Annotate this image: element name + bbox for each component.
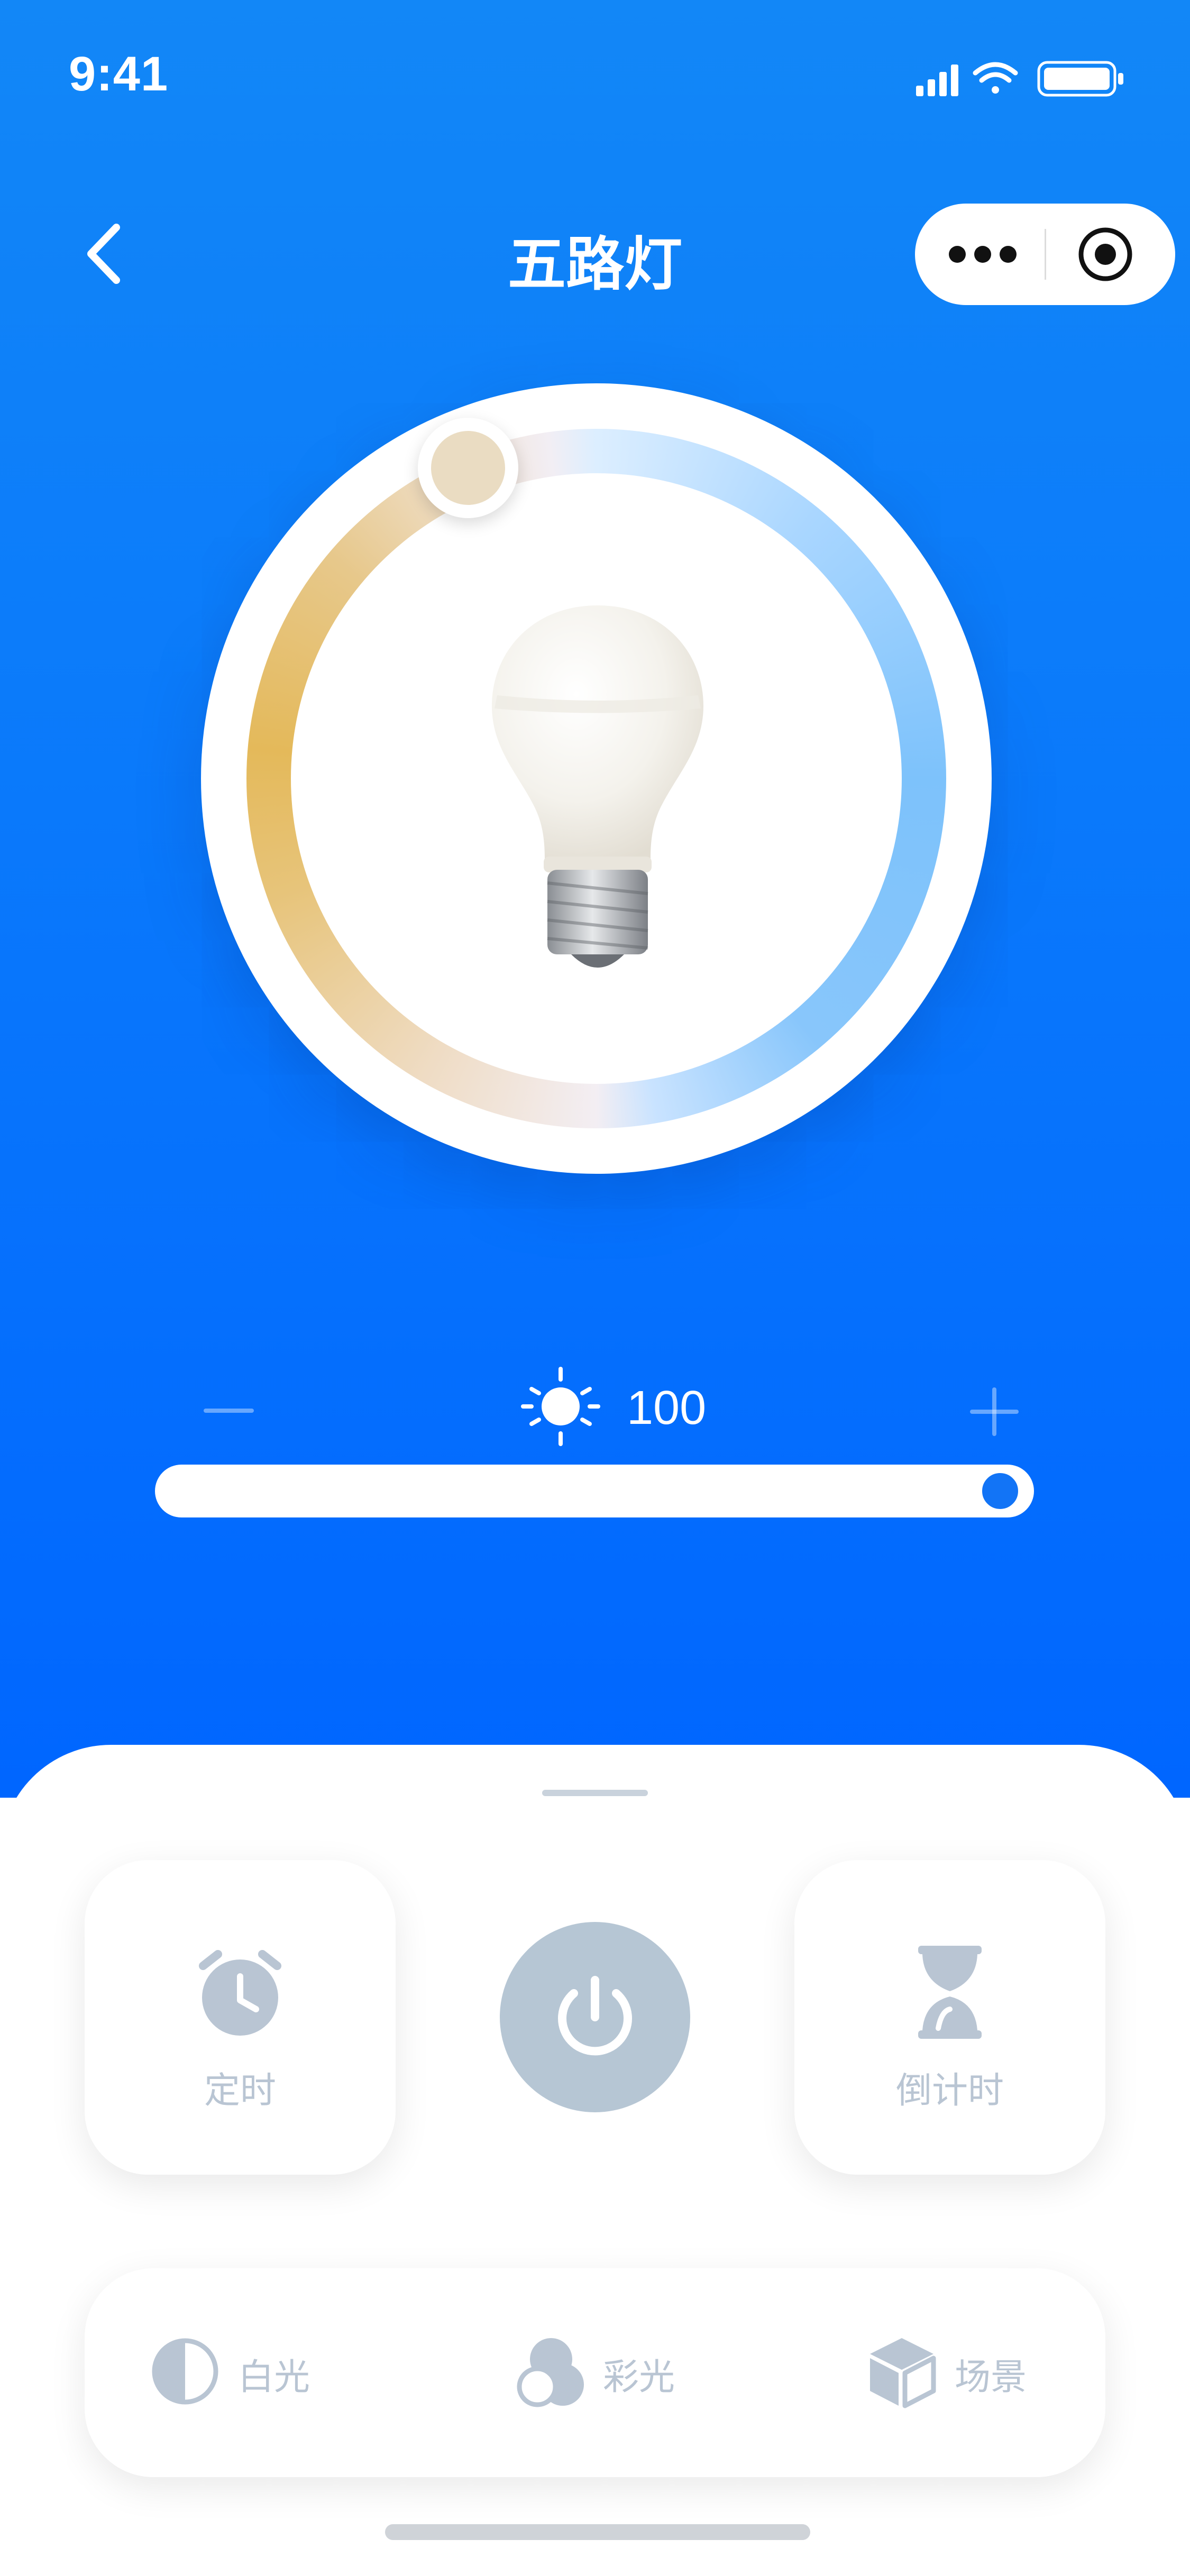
wifi-icon (973, 62, 1018, 94)
mode-selector: 白光 彩光 场景 (85, 2268, 1105, 2477)
brightness-value: 100 (627, 1382, 707, 1434)
mode-color-light[interactable]: 彩光 (513, 2268, 703, 2477)
hourglass-icon (918, 1946, 982, 2039)
signal-icon (916, 65, 958, 96)
light-bulb-icon (492, 605, 703, 968)
battery-icon (1037, 61, 1123, 97)
mode-scene-label: 场景 (955, 2357, 1027, 2398)
brightness-slider[interactable] (155, 1465, 1034, 1517)
power-icon (558, 1976, 632, 2056)
brightness-slider-thumb[interactable] (980, 1471, 1020, 1511)
cube-icon (870, 2338, 936, 2408)
status-time: 9:41 (69, 47, 169, 101)
alarm-clock-icon (199, 1950, 281, 2036)
brightness-decrease-icon[interactable] (204, 1400, 254, 1421)
timer-button[interactable]: 定时 (85, 1860, 396, 2175)
dial-knob[interactable] (418, 418, 518, 518)
brightness-sun-icon (521, 1367, 600, 1446)
mode-color-light-label: 彩光 (603, 2357, 675, 2398)
close-target-icon[interactable] (1046, 204, 1175, 305)
sheet-drag-handle[interactable] (542, 1790, 648, 1796)
color-temperature-dial[interactable] (201, 383, 992, 1174)
mode-scene[interactable]: 场景 (865, 2268, 1055, 2477)
power-button[interactable] (500, 1922, 690, 2112)
color-circles-icon (517, 2338, 584, 2407)
brightness-increase-icon[interactable] (968, 1385, 1021, 1438)
more-options-icon[interactable] (915, 204, 1045, 305)
status-icons (916, 61, 1123, 97)
timer-label: 定时 (204, 2070, 276, 2112)
countdown-button[interactable]: 倒计时 (794, 1860, 1105, 2175)
mode-white-light[interactable]: 白光 (148, 2268, 338, 2477)
mini-program-capsule (915, 204, 1175, 305)
half-circle-icon (152, 2338, 218, 2405)
mode-white-light-label: 白光 (238, 2357, 310, 2398)
countdown-label: 倒计时 (895, 2070, 1004, 2112)
home-indicator (385, 2524, 810, 2540)
